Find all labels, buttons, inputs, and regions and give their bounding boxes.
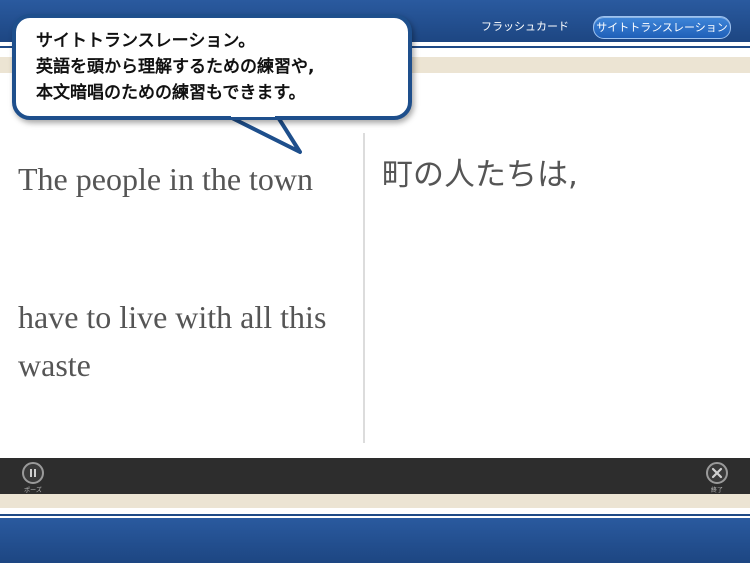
close-button[interactable]	[706, 462, 728, 484]
pause-label: ポーズ	[24, 487, 42, 494]
footer-bar	[0, 518, 750, 563]
end-label: 終了	[710, 487, 723, 494]
english-chunk[interactable]: The people in the town	[18, 155, 358, 203]
translation-panel: The people in the town have to live with…	[0, 73, 750, 525]
tab-flashcard[interactable]: フラッシュカード	[470, 16, 580, 37]
close-icon	[711, 467, 723, 479]
callout-line: 本文暗唱のための練習もできます。	[36, 83, 306, 103]
japanese-translation: 町の人たちは,	[382, 157, 578, 193]
callout-bubble: サイトトランスレーション。 英語を頭から理解するための練習や, 本文暗唱のための…	[12, 14, 412, 120]
callout-text: サイトトランスレーション。 英語を頭から理解するための練習や, 本文暗唱のための…	[36, 28, 406, 106]
column-divider	[363, 133, 365, 443]
callout-line: 英語を頭から理解するための練習や,	[36, 57, 315, 77]
pause-icon	[30, 469, 36, 477]
footer-beige-band	[0, 494, 750, 508]
footer-stripe	[0, 508, 750, 518]
callout-line: サイトトランスレーション。	[36, 31, 256, 51]
english-chunk[interactable]: have to live with all this waste	[18, 293, 358, 389]
tab-sight-translation[interactable]: サイトトランスレーション	[593, 16, 731, 39]
bottom-toolbar: ポーズ 終了	[0, 458, 750, 494]
pause-button[interactable]	[22, 462, 44, 484]
